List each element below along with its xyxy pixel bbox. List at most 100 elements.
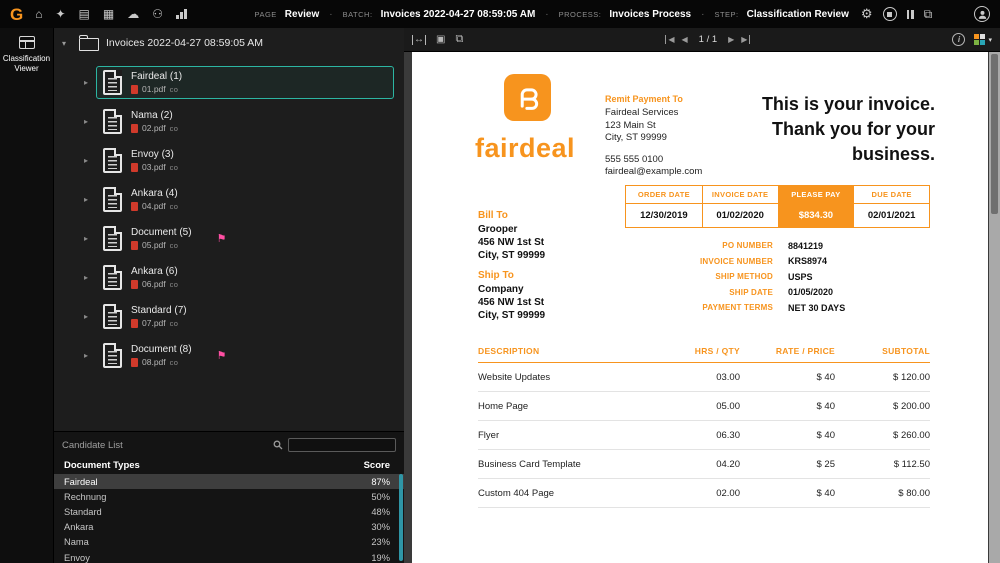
chevron-down-icon[interactable]: ▾ xyxy=(62,39,72,48)
document-page-canvas[interactable]: fairdeal Remit Payment To Fairdeal Servi… xyxy=(412,52,988,563)
candidate-row-standard[interactable]: Standard 48% xyxy=(54,504,404,519)
table-row: Website Updates 03.00 $ 40 $ 120.00 xyxy=(478,363,930,392)
tree-item-ankara-6[interactable]: ▸ Ankara (6) 06.pdf co xyxy=(54,258,404,297)
document-label: Document (5) xyxy=(131,227,192,238)
chevron-right-icon[interactable]: ▸ xyxy=(84,273,96,282)
candidate-row-ankara[interactable]: Ankara 30% xyxy=(54,520,404,535)
document-card[interactable]: Envoy (3) 03.pdf co xyxy=(96,144,394,177)
fit-width-icon[interactable]: ↔ xyxy=(412,34,426,45)
chevron-right-icon[interactable]: ▸ xyxy=(84,156,96,165)
tree-item-ankara-4[interactable]: ▸ Ankara (4) 04.pdf co xyxy=(54,180,404,219)
headline-line: business. xyxy=(851,144,935,164)
page-value: Review xyxy=(284,8,320,20)
item-subtotal: $ 260.00 xyxy=(893,429,930,441)
candidate-row-envoy[interactable]: Envoy 19% xyxy=(54,550,404,563)
document-card[interactable]: Document (5) 05.pdf co ⚑ xyxy=(96,222,394,255)
chevron-right-icon[interactable]: ▸ xyxy=(84,117,96,126)
pages-icon[interactable]: ⧉ xyxy=(455,33,463,46)
pdf-icon xyxy=(131,123,138,133)
pdf-icon xyxy=(131,240,138,250)
chevron-right-icon[interactable]: ▸ xyxy=(84,312,96,321)
batch-label: BATCH: xyxy=(342,9,373,19)
document-icon xyxy=(103,265,122,290)
app-logo[interactable]: G xyxy=(10,6,23,23)
document-label: Standard (7) xyxy=(131,305,187,316)
import-icon[interactable]: ▦ xyxy=(103,7,114,21)
tree-item-nama[interactable]: ▸ Nama (2) 02.pdf co xyxy=(54,102,404,141)
document-label: Ankara (6) xyxy=(131,266,178,277)
item-description: Custom 404 Page xyxy=(478,487,555,499)
item-rate: $ 25 xyxy=(816,458,836,470)
users-icon[interactable]: ⚇ xyxy=(152,7,163,21)
document-card[interactable]: Document (8) 08.pdf co ⚑ xyxy=(96,339,394,372)
file-name: 01.pdf xyxy=(142,84,166,94)
item-rate: $ 40 xyxy=(816,487,836,499)
stop-icon[interactable] xyxy=(882,7,897,21)
candidate-name: Nama xyxy=(64,537,89,548)
info-icon[interactable]: i xyxy=(952,33,966,46)
candidate-row-fairdeal[interactable]: Fairdeal 87% xyxy=(54,474,404,490)
fairdeal-logo-icon xyxy=(504,74,551,121)
document-viewer: ↔ ▣ ⧉ ◀ ◀ 1 / 1 ▶ ▶ i ▾ fairdeal Remit P… xyxy=(404,28,1000,563)
journal-icon[interactable]: ⧉ xyxy=(924,7,933,22)
chevron-right-icon[interactable]: ▸ xyxy=(84,195,96,204)
stats-icon[interactable] xyxy=(176,9,187,19)
brand-name: fairdeal xyxy=(475,133,576,163)
candidate-list-title: Candidate List xyxy=(62,439,123,451)
tasks-icon[interactable]: ✦ xyxy=(55,7,65,21)
tree-item-fairdeal[interactable]: ▸ Fairdeal (1) 01.pdf co xyxy=(54,63,404,102)
detail-value: KRS8974 xyxy=(788,256,828,267)
file-suffix: co xyxy=(169,357,179,367)
document-card[interactable]: Nama (2) 02.pdf co xyxy=(96,105,394,138)
cloud-upload-icon[interactable]: ☁ xyxy=(127,7,139,21)
item-description: Flyer xyxy=(478,429,500,441)
classification-viewer-icon[interactable] xyxy=(18,36,35,49)
item-qty: 06.30 xyxy=(716,429,740,441)
pdf-icon xyxy=(131,201,138,211)
first-page-icon[interactable]: ◀ xyxy=(665,35,674,44)
batch-value: Invoices 2022-04-27 08:59:05 AM xyxy=(380,8,536,20)
detail-value: NET 30 DAYS xyxy=(788,302,846,313)
tree-item-envoy[interactable]: ▸ Envoy (3) 03.pdf co xyxy=(54,141,404,180)
classification-viewer-label[interactable]: Classification Viewer xyxy=(0,54,53,74)
table-row: Custom 404 Page 02.00 $ 40 $ 80.00 xyxy=(478,479,930,508)
document-card[interactable]: Ankara (4) 04.pdf co xyxy=(96,183,394,216)
separator: · xyxy=(329,8,333,20)
item-description: Business Card Template xyxy=(478,458,581,470)
home-icon[interactable]: ⌂ xyxy=(35,7,42,21)
archive-icon[interactable]: ▤ xyxy=(79,7,90,21)
chevron-right-icon[interactable]: ▸ xyxy=(84,78,96,87)
candidate-search-box xyxy=(288,438,396,452)
candidate-search-input[interactable] xyxy=(292,439,392,451)
chevron-right-icon[interactable]: ▸ xyxy=(84,234,96,243)
settings-gear-icon[interactable]: ⚙ xyxy=(861,6,873,22)
layout-grid-icon[interactable]: ▾ xyxy=(974,34,992,45)
document-list: ▸ Fairdeal (1) 01.pdf co ▸ Nama (2) 02.pd… xyxy=(54,55,404,375)
candidate-list-scrollbar[interactable] xyxy=(399,474,403,561)
chevron-right-icon[interactable]: ▸ xyxy=(84,351,96,360)
search-icon xyxy=(273,440,283,450)
bill-to-line: City, ST 99999 xyxy=(478,250,546,261)
document-card[interactable]: Ankara (6) 06.pdf co xyxy=(96,261,394,294)
tree-item-document-8[interactable]: ▸ Document (8) 08.pdf co ⚑ xyxy=(54,336,404,375)
document-card[interactable]: Standard (7) 07.pdf co xyxy=(96,300,394,333)
next-page-icon[interactable]: ▶ xyxy=(728,35,734,44)
viewer-scrollbar[interactable] xyxy=(989,52,1000,563)
user-icon[interactable] xyxy=(974,6,991,22)
candidate-row-nama[interactable]: Nama 23% xyxy=(54,535,404,550)
last-page-icon[interactable]: ▶ xyxy=(741,35,751,44)
select-area-icon[interactable]: ▣ xyxy=(436,34,445,45)
pause-icon[interactable] xyxy=(906,9,914,19)
tree-item-standard[interactable]: ▸ Standard (7) 07.pdf co xyxy=(54,297,404,336)
detail-label: SHIP DATE xyxy=(729,287,773,297)
candidate-row-rechnung[interactable]: Rechnung 50% xyxy=(54,489,404,504)
file-suffix: co xyxy=(169,318,179,328)
batch-tree-panel: ▾ Invoices 2022-04-27 08:59:05 AM ▸ Fair… xyxy=(54,28,404,563)
tree-item-document-5[interactable]: ▸ Document (5) 05.pdf co ⚑ xyxy=(54,219,404,258)
document-card[interactable]: Fairdeal (1) 01.pdf co xyxy=(96,66,394,99)
item-description: Website Updates xyxy=(478,371,551,383)
previous-page-icon[interactable]: ◀ xyxy=(681,35,687,44)
tree-root[interactable]: ▾ Invoices 2022-04-27 08:59:05 AM xyxy=(54,28,404,55)
remit-block: Remit Payment To Fairdeal Services 123 M… xyxy=(605,94,755,179)
scrollbar-thumb[interactable] xyxy=(991,54,998,214)
